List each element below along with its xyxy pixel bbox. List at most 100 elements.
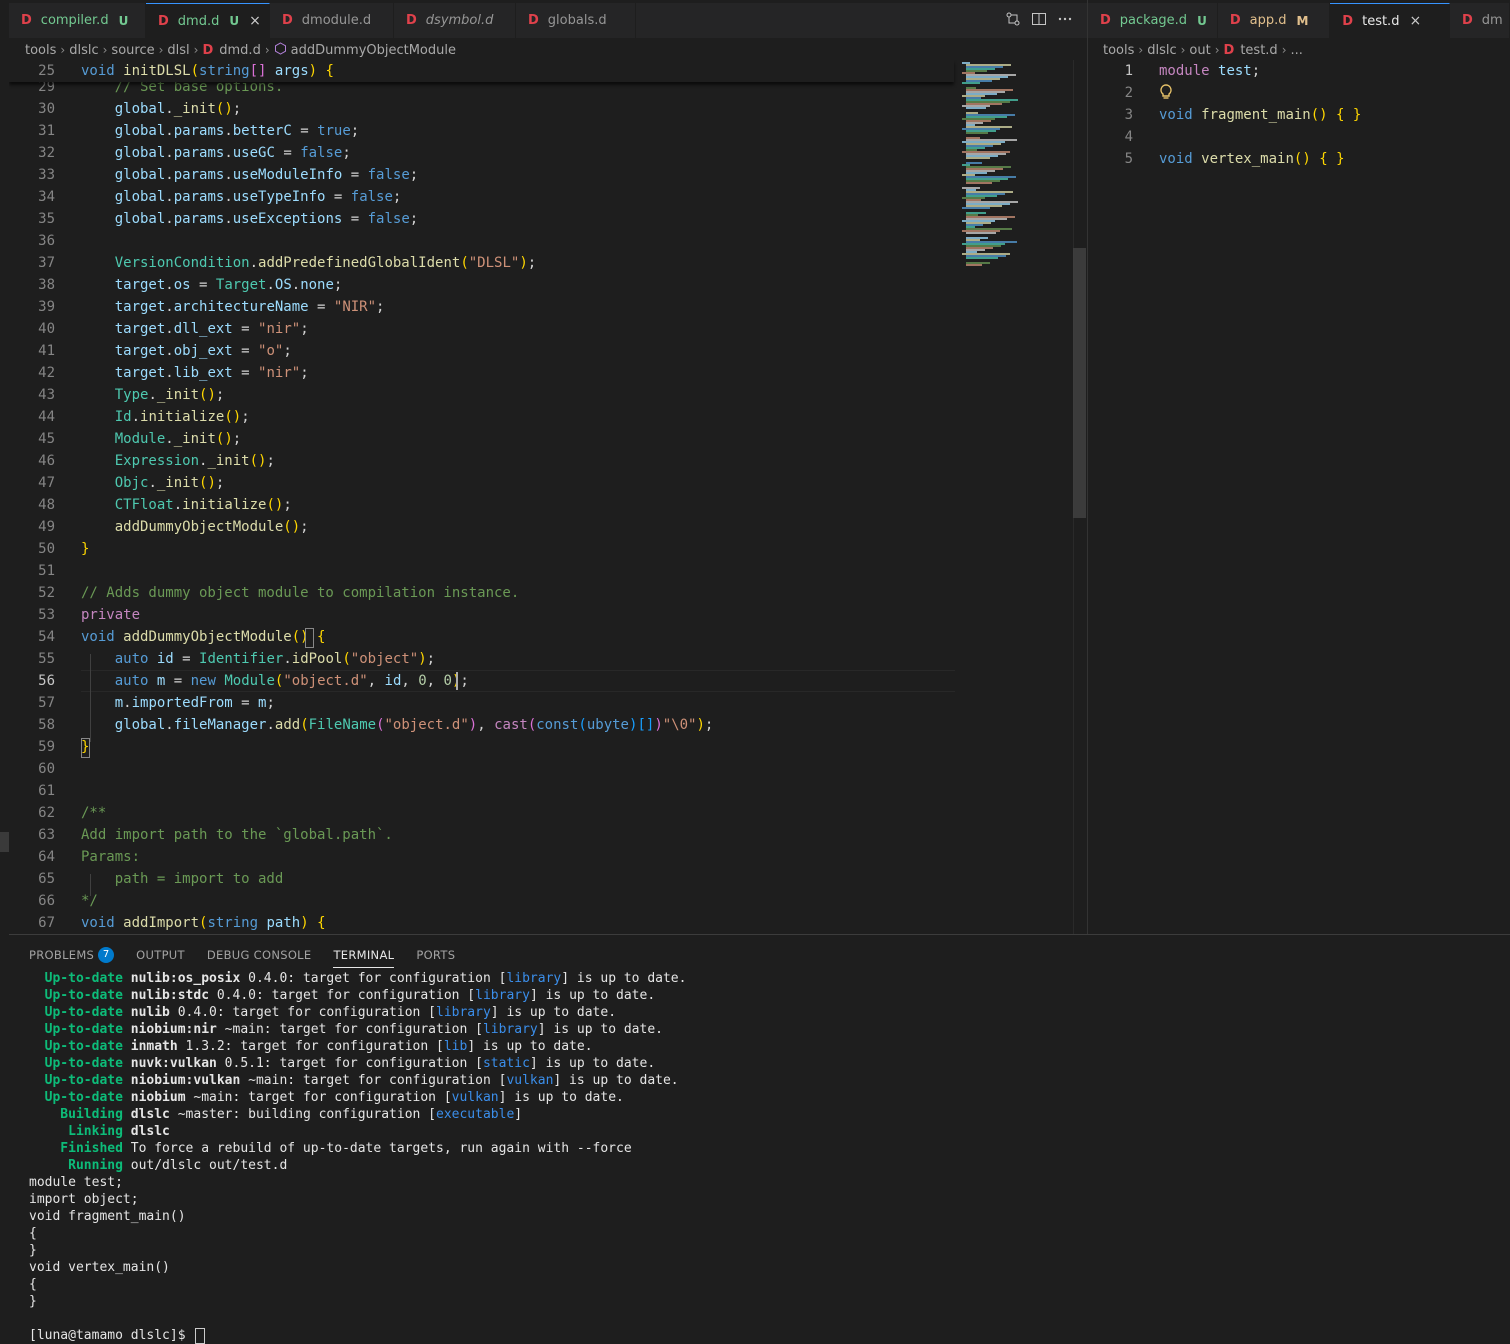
breadcrumb-segment[interactable]: out <box>1189 43 1210 58</box>
line-code: module test; <box>1159 63 1261 79</box>
method-symbol-icon <box>274 42 287 58</box>
panel-tab-debug-console[interactable]: DEBUG CONSOLE <box>207 943 312 967</box>
breadcrumb-segment[interactable]: tools <box>1103 43 1134 58</box>
breadcrumb-file[interactable]: dmd.d <box>219 43 261 58</box>
build-message-end: ] is up to date. <box>529 1056 656 1071</box>
line-code: Objc._init(); <box>114 475 225 491</box>
sticky-scroll-header[interactable]: 25 void initDLSL(string[] args) { <box>9 60 954 82</box>
output-text: void vertex_main() <box>29 1260 170 1275</box>
line-code: global.params.useTypeInfo = false; <box>114 189 402 205</box>
line-code: /** <box>81 805 107 821</box>
terminal-output-line: { <box>29 1225 37 1242</box>
right-breadcrumb: tools › dlslc › out › Dtest.d ›... <box>1103 40 1303 60</box>
indent-guide <box>90 874 91 896</box>
line-number: 63 <box>38 827 55 843</box>
breadcrumb-symbol[interactable]: addDummyObjectModule <box>291 43 456 58</box>
lightbulb-icon[interactable] <box>1159 83 1173 101</box>
line-code: auto m = new Module("object.d", id, 0, 0… <box>114 673 469 689</box>
line-code: // Adds dummy object module to compilati… <box>81 585 520 601</box>
compare-changes-icon[interactable] <box>1005 11 1021 31</box>
config-name: library <box>475 988 530 1003</box>
editor-tab-test-d[interactable]: Dtest.d × <box>1330 3 1450 38</box>
code-line: 38 target.os = Target.OS.none; <box>9 274 1087 296</box>
line-number: 45 <box>38 431 55 447</box>
split-editor-icon[interactable] <box>1031 11 1047 31</box>
breadcrumb-segment[interactable]: dlsl <box>167 43 189 58</box>
line-code: Module._init(); <box>114 431 242 447</box>
build-message: out/dlslc out/test.d <box>130 1158 288 1173</box>
breadcrumb-more[interactable]: ... <box>1291 43 1303 58</box>
minimap[interactable] <box>962 60 1072 934</box>
d-file-icon: D <box>1342 13 1354 29</box>
code-line: 62 /** <box>9 802 1087 824</box>
more-actions-icon[interactable] <box>1057 11 1073 31</box>
panel-tab-terminal[interactable]: TERMINAL <box>333 943 395 968</box>
breadcrumb-file[interactable]: test.d <box>1240 43 1277 58</box>
line-number: 5 <box>1124 151 1133 167</box>
close-icon[interactable]: × <box>249 13 261 29</box>
close-icon[interactable]: × <box>1409 13 1421 29</box>
code-line: 55 auto id = Identifier.idPool("object")… <box>9 648 1087 670</box>
minimap-line <box>962 82 980 84</box>
build-status: Up-to-date <box>29 1022 123 1037</box>
panel-tab-ports[interactable]: PORTS <box>416 943 455 967</box>
vertical-scrollbar[interactable] <box>1073 248 1086 518</box>
code-line: 40 target.dll_ext = "nir"; <box>9 318 1087 340</box>
breadcrumb-segment[interactable]: dlslc <box>1147 43 1176 58</box>
left-code-editor[interactable]: 29 // Set base options. 30 global._init()… <box>9 60 1087 934</box>
editor-tab-globals-d[interactable]: Dglobals.d <box>516 3 636 38</box>
editor-tab-package-d[interactable]: Dpackage.d U <box>1088 3 1218 38</box>
d-file-icon: D <box>1229 13 1241 28</box>
terminal-output-line: } <box>29 1293 37 1310</box>
code-line: 61 <box>9 780 1087 802</box>
line-code: target.os = Target.OS.none; <box>114 277 343 293</box>
editor-tab-app-d[interactable]: Dapp.d M <box>1218 3 1331 38</box>
line-number: 60 <box>38 761 55 777</box>
terminal-output-line: import object; <box>29 1191 139 1208</box>
right-code-editor[interactable]: 1 module test; 2 3 void fragment_main() { } 4… <box>1088 60 1510 934</box>
line-number: 64 <box>38 849 55 865</box>
line-code: void fragment_main() { } <box>1159 107 1362 123</box>
text-cursor <box>456 672 458 690</box>
terminal-line: Up-to-date inmath 1.3.2: target for conf… <box>29 1038 593 1055</box>
panel-tab-output[interactable]: OUTPUT <box>136 943 185 967</box>
editor-tab-dmd-d[interactable]: Ddmd.d U × <box>146 3 270 38</box>
code-line: 37 VersionCondition.addPredefinedGlobalI… <box>9 252 1087 274</box>
line-number: 42 <box>38 365 55 381</box>
chevron-right-icon: › <box>1180 43 1186 57</box>
editor-tab-dmodule-d[interactable]: Ddmodule.d <box>270 3 394 38</box>
config-name: lib <box>443 1039 468 1054</box>
code-line: 33 global.params.useModuleInfo = false; <box>9 164 1087 186</box>
code-line: 35 global.params.useExceptions = false; <box>9 208 1087 230</box>
build-message-end: ] is up to date. <box>537 1022 663 1037</box>
line-number: 1 <box>1124 63 1133 79</box>
line-code: Type._init(); <box>114 387 225 403</box>
line-code: VersionCondition.addPredefinedGlobalIden… <box>114 255 537 271</box>
tab-label: globals.d <box>547 13 607 28</box>
line-code: target.architectureName = "NIR"; <box>114 299 385 315</box>
line-code: global.params.useExceptions = false; <box>114 211 419 227</box>
config-name: library <box>436 1005 491 1020</box>
build-status: Up-to-date <box>29 1039 123 1054</box>
chevron-right-icon: › <box>264 43 270 57</box>
code-line: 43 Type._init(); <box>9 384 1087 406</box>
line-number: 50 <box>38 541 55 557</box>
d-file-icon: D <box>406 13 417 28</box>
breadcrumb-segment[interactable]: tools <box>25 43 56 58</box>
build-status: Up-to-date <box>29 1056 123 1071</box>
breadcrumb-segment[interactable]: dlslc <box>69 43 98 58</box>
code-line: 66 */ <box>9 890 1087 912</box>
build-message-end: ] is up to date. <box>467 1039 593 1054</box>
editor-tab-dsymbol-d[interactable]: Ddsymbol.d <box>394 3 516 38</box>
build-message: ~main: target for configuration [ <box>216 1022 483 1037</box>
terminal-line: Up-to-date nuvk:vulkan 0.5.1: target for… <box>29 1055 656 1072</box>
package-name: niobium:nir <box>130 1022 217 1037</box>
line-number: 66 <box>38 893 55 909</box>
editor-tab-dm[interactable]: Ddm <box>1450 3 1510 38</box>
line-number: 46 <box>38 453 55 469</box>
panel-tab-label: PORTS <box>416 948 456 962</box>
build-message: 0.4.0: target for configuration [ <box>240 971 507 986</box>
editor-tab-compiler-d[interactable]: Dcompiler.d U <box>9 3 146 38</box>
panel-tab-problems[interactable]: PROBLEMS 7 <box>29 943 115 967</box>
breadcrumb-segment[interactable]: source <box>111 43 154 58</box>
